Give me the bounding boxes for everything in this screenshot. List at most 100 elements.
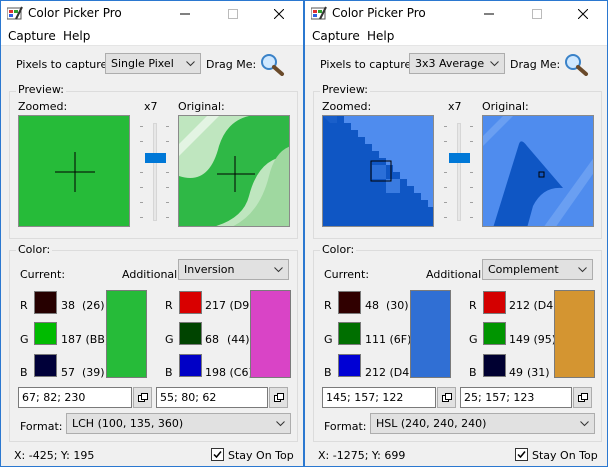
additional-g-letter: G: [469, 333, 478, 346]
maximize-icon: [228, 8, 238, 19]
zoomed-label: Zoomed:: [322, 100, 372, 113]
stay-on-top-checkbox[interactable]: [211, 448, 224, 461]
zoom-factor: x7: [448, 100, 462, 113]
original-label: Original:: [178, 100, 225, 113]
additional-r-value: 212 (D4): [509, 299, 558, 312]
copy-current-button[interactable]: [437, 387, 456, 408]
current-b-letter: B: [324, 366, 332, 379]
additional-b-hex: (31): [527, 366, 550, 379]
zoomed-preview: [322, 115, 434, 227]
copy-current-button[interactable]: [133, 387, 152, 408]
current-color-text[interactable]: 67; 82; 230: [18, 387, 132, 408]
close-icon: [274, 8, 284, 19]
zoom-slider-thumb[interactable]: [145, 153, 166, 163]
window-title: Color Picker Pro: [332, 6, 426, 20]
magnifier-drag-icon[interactable]: [259, 52, 285, 76]
menu-capture[interactable]: Capture: [312, 29, 360, 43]
maximize-button[interactable]: [518, 1, 556, 26]
additional-g-letter: G: [165, 333, 174, 346]
additional-b-letter: B: [469, 366, 477, 379]
pixels-value: Single Pixel: [111, 57, 174, 70]
chevron-down-icon: [578, 267, 587, 273]
color-label: Color:: [16, 243, 53, 256]
checkmark-icon: [517, 451, 526, 459]
copy-additional-button[interactable]: [573, 387, 592, 408]
pixels-dropdown[interactable]: Single Pixel: [105, 53, 201, 74]
current-g-value: 187 (BB): [61, 333, 110, 346]
stay-on-top-label[interactable]: Stay On Top: [532, 449, 598, 462]
copy-icon: [137, 393, 148, 402]
format-value: HSL (240, 240, 240): [376, 417, 487, 430]
format-dropdown[interactable]: LCH (100, 135, 360): [66, 413, 291, 434]
current-g-letter: G: [324, 333, 333, 346]
stay-on-top-label[interactable]: Stay On Top: [228, 449, 294, 462]
copy-icon: [273, 393, 284, 402]
menu-help[interactable]: Help: [63, 29, 90, 43]
copy-additional-button[interactable]: [269, 387, 288, 408]
window-title: Color Picker Pro: [28, 6, 122, 20]
current-g-value: 111 (6F): [365, 333, 412, 346]
current-color-text[interactable]: 145; 157; 122: [322, 387, 436, 408]
format-dropdown[interactable]: HSL (240, 240, 240): [370, 413, 595, 434]
additional-color-text[interactable]: 25; 157; 123: [460, 387, 572, 408]
current-g-swatch: [338, 322, 361, 345]
zoom-slider-track[interactable]: [457, 123, 461, 221]
close-icon: [578, 8, 588, 19]
current-r-hex: (30): [386, 299, 409, 312]
current-b-swatch: [34, 354, 57, 377]
menu-bar: Capture Help: [305, 26, 607, 46]
additional-color-swatch: [250, 290, 291, 378]
additional-b-value: 49: [509, 366, 523, 379]
app-icon: [7, 6, 23, 20]
magnifier-drag-icon[interactable]: [563, 52, 589, 76]
menu-help[interactable]: Help: [367, 29, 394, 43]
drag-label: Drag Me:: [510, 58, 561, 71]
original-preview-image: [483, 116, 593, 226]
additional-r-swatch: [483, 291, 506, 314]
chevron-down-icon: [186, 61, 195, 67]
format-value: LCH (100, 135, 360): [72, 417, 184, 430]
additional-b-swatch: [483, 354, 506, 377]
checkmark-icon: [213, 451, 222, 459]
current-g-letter: G: [20, 333, 29, 346]
copy-icon: [577, 393, 588, 402]
color-label: Color:: [320, 243, 357, 256]
color-picker-window-2: Color Picker Pro Capture Help Pixels to …: [304, 0, 608, 467]
additional-dropdown[interactable]: Complement: [482, 259, 593, 280]
color-picker-window-1: Color Picker Pro Capture Help Pixels to …: [0, 0, 304, 467]
additional-color-text[interactable]: 55; 80; 62: [156, 387, 268, 408]
additional-r-letter: R: [469, 299, 477, 312]
title-bar[interactable]: Color Picker Pro: [1, 1, 303, 26]
minimize-button[interactable]: [166, 1, 204, 26]
additional-r-letter: R: [165, 299, 173, 312]
current-b-hex: (39): [82, 366, 105, 379]
additional-g-value: 68: [205, 333, 219, 346]
current-label: Current:: [20, 268, 66, 281]
additional-value: Inversion: [184, 263, 235, 276]
zoomed-preview-image: [323, 116, 433, 226]
additional-b-letter: B: [165, 366, 173, 379]
zoom-slider-thumb[interactable]: [449, 153, 470, 163]
current-r-swatch: [338, 291, 361, 314]
minimize-button[interactable]: [470, 1, 508, 26]
additional-color-swatch: [554, 290, 595, 378]
current-b-letter: B: [20, 366, 28, 379]
close-button[interactable]: [260, 1, 298, 26]
current-b-value: 57: [61, 366, 75, 379]
current-r-value: 38: [61, 299, 75, 312]
current-b-value: 212 (D4): [365, 366, 414, 379]
stay-on-top-checkbox[interactable]: [515, 448, 528, 461]
preview-label: Preview:: [16, 83, 66, 96]
current-color-swatch: [106, 290, 147, 378]
menu-capture[interactable]: Capture: [8, 29, 56, 43]
menu-bar: Capture Help: [1, 26, 303, 46]
maximize-button[interactable]: [214, 1, 252, 26]
title-bar[interactable]: Color Picker Pro: [305, 1, 607, 26]
app-icon: [311, 6, 327, 20]
zoom-slider-track[interactable]: [153, 123, 157, 221]
pixels-dropdown[interactable]: 3x3 Average: [409, 53, 505, 74]
current-r-hex: (26): [82, 299, 105, 312]
close-button[interactable]: [564, 1, 602, 26]
additional-dropdown[interactable]: Inversion: [178, 259, 289, 280]
drag-label: Drag Me:: [206, 58, 257, 71]
